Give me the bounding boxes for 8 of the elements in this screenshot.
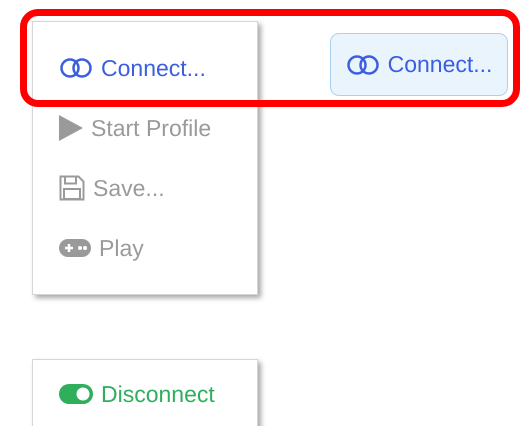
toggle-on-icon (59, 383, 93, 405)
link-circles-icon (346, 54, 380, 76)
menu-item[interactable]: Disconnect (33, 364, 257, 424)
play-icon (59, 115, 83, 141)
link-circles-icon (59, 57, 93, 79)
menu-item[interactable]: Connect... (33, 38, 257, 98)
connect-button[interactable]: Connect... (330, 33, 508, 96)
gamepad-icon (59, 238, 91, 258)
